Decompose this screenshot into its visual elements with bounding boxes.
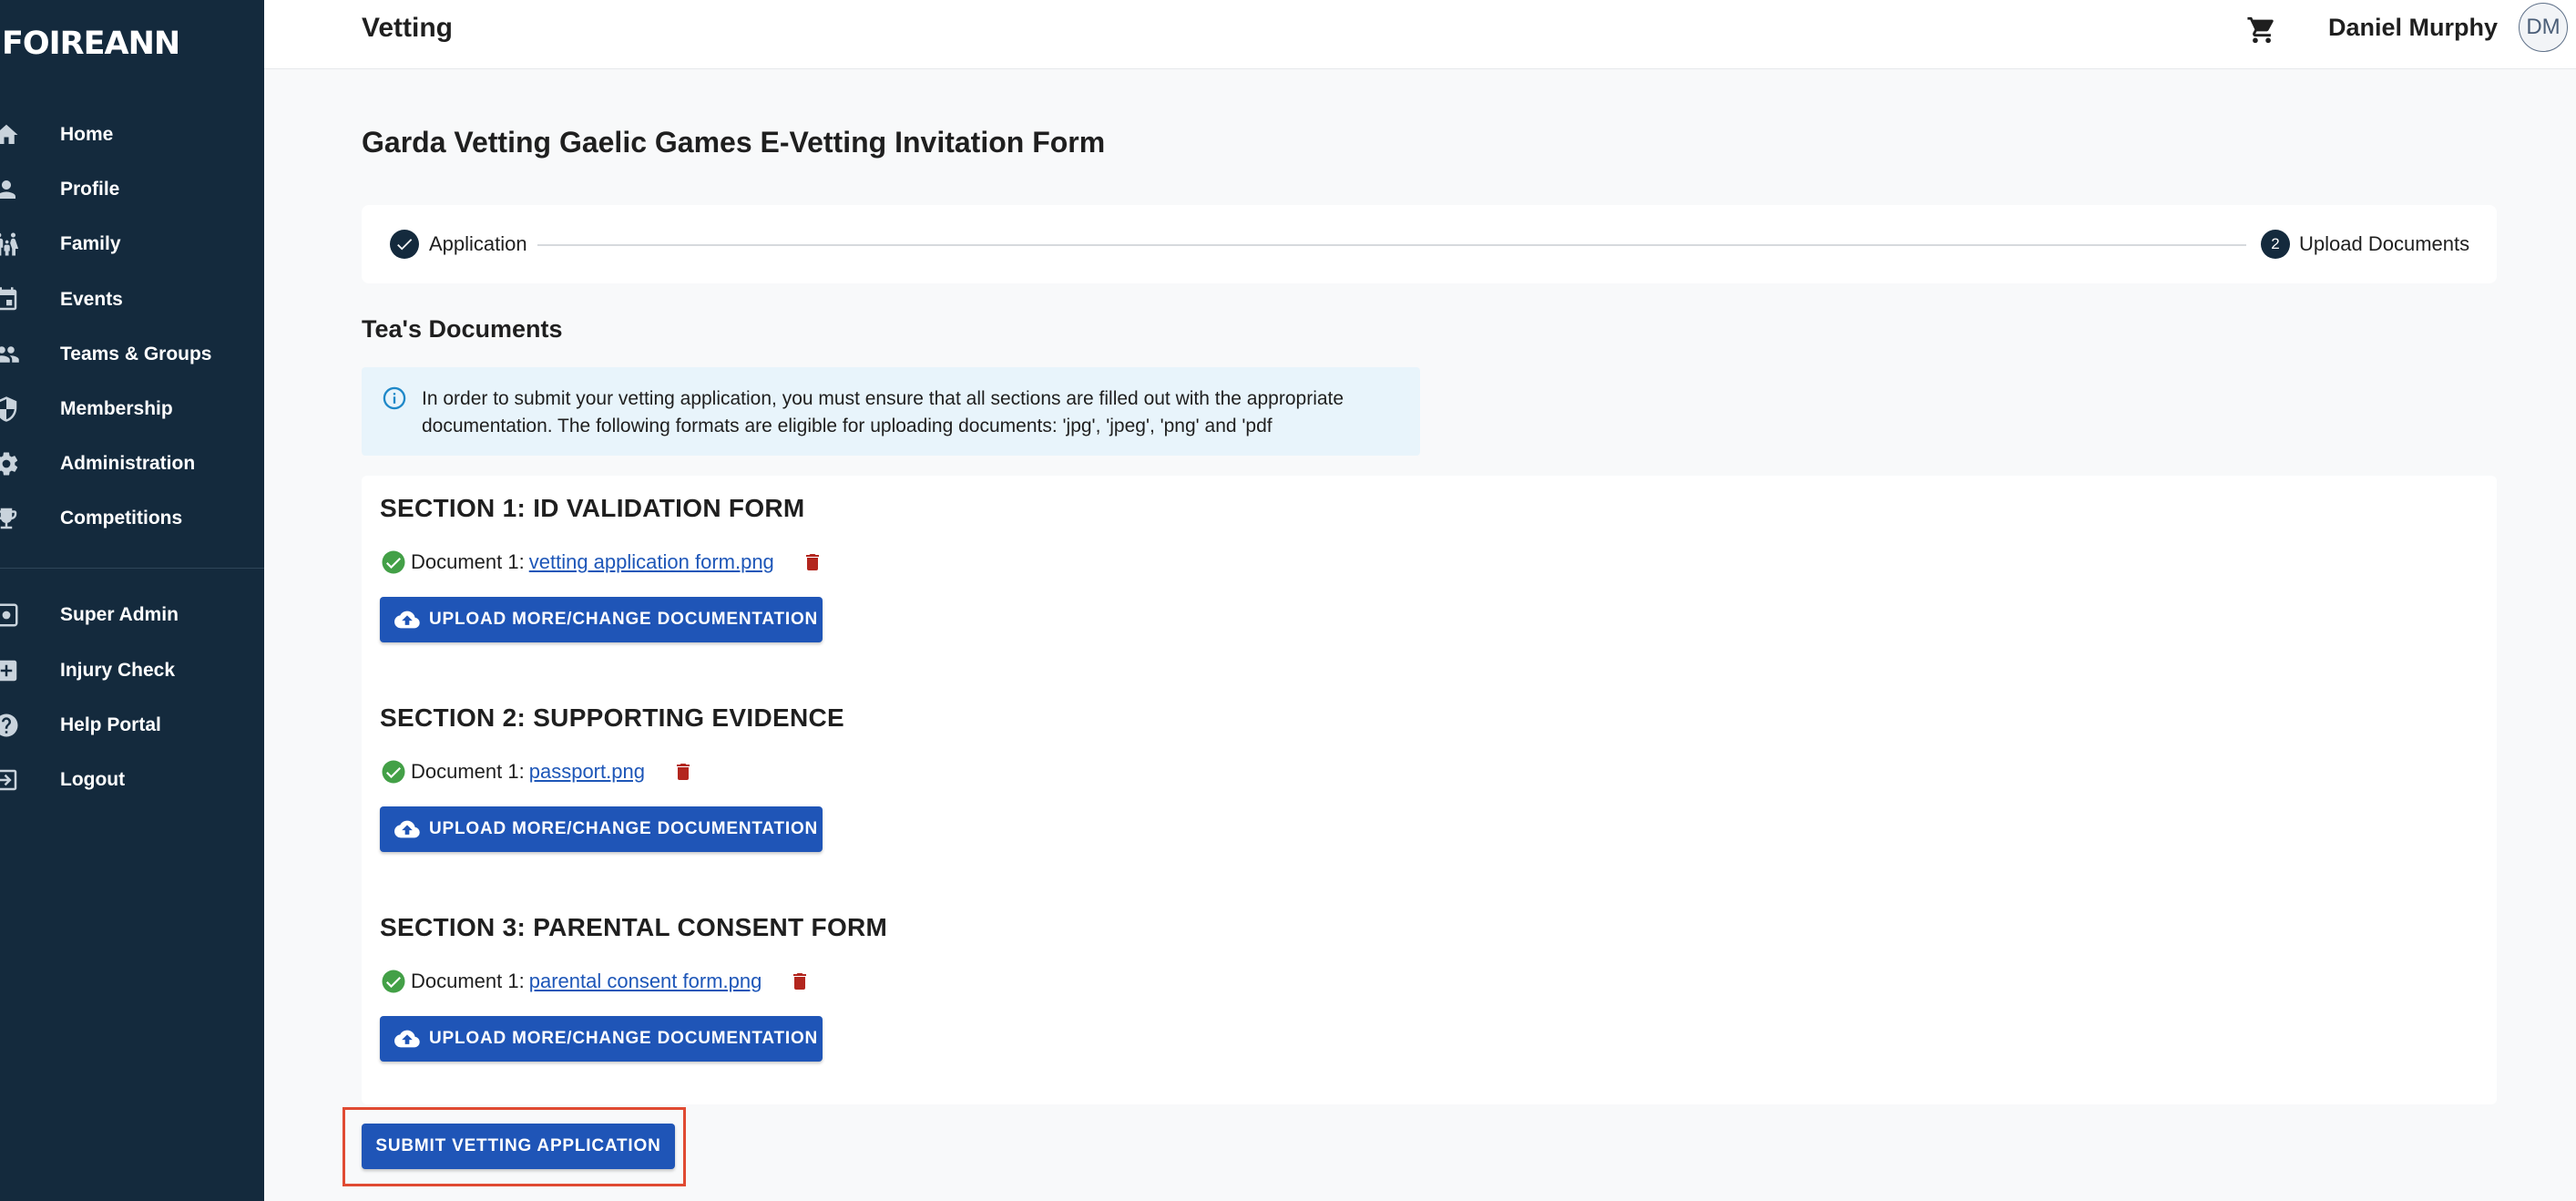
person-icon (0, 180, 15, 199)
sidebar-item-home[interactable]: Home (0, 111, 264, 159)
sidebar-item-label: Help Portal (60, 714, 161, 735)
info-text: In order to submit your vetting applicat… (422, 388, 1344, 436)
document-prefix: Document 1: (411, 970, 525, 992)
section-1-document-row: Document 1: vetting application form.png (380, 549, 823, 576)
step-application-label[interactable]: Application (429, 232, 527, 256)
sidebar-item-logout[interactable]: Logout (0, 756, 264, 804)
sidebar-item-label: Profile (60, 179, 120, 200)
cloud-upload-icon (394, 1030, 420, 1048)
sidebar-item-events[interactable]: Events (0, 276, 264, 323)
sidebar-item-teams-groups[interactable]: Teams & Groups (0, 331, 264, 378)
check-circle-icon (382, 760, 405, 784)
step-connector (537, 244, 2246, 246)
button-label: UPLOAD MORE/CHANGE DOCUMENTATION (429, 819, 819, 838)
family-icon (0, 232, 19, 256)
sidebar-item-administration[interactable]: Administration (0, 440, 264, 488)
document-prefix: Document 1: (411, 760, 525, 783)
help-icon (0, 713, 18, 737)
document-link[interactable]: passport.png (529, 760, 645, 784)
group-icon (0, 346, 19, 363)
submit-vetting-application-button[interactable]: SUBMIT VETTING APPLICATION (362, 1124, 675, 1169)
sidebar-item-label: Competitions (60, 508, 183, 529)
info-alert: In order to submit your vetting applicat… (362, 367, 1420, 456)
admin-gear-icon (0, 603, 18, 627)
sidebar-item-profile[interactable]: Profile (0, 166, 264, 213)
sidebar-item-label: Membership (60, 398, 173, 419)
sidebar-item-family[interactable]: Family (0, 221, 264, 268)
sidebar: FOIREANN Home Profile Family Events Team… (0, 0, 264, 1201)
delete-icon[interactable] (802, 550, 823, 574)
form-title: Garda Vetting Gaelic Games E-Vetting Inv… (362, 126, 1106, 159)
app-logo[interactable]: FOIREANN (2, 26, 180, 62)
calendar-icon (0, 287, 17, 311)
user-name[interactable]: Daniel Murphy (2328, 14, 2498, 42)
medical-plus-icon (0, 660, 17, 682)
page-title: Vetting (362, 13, 454, 43)
home-icon (0, 124, 18, 144)
sidebar-item-label: Injury Check (60, 660, 176, 681)
button-label: UPLOAD MORE/CHANGE DOCUMENTATION (429, 610, 819, 629)
sidebar-item-help-portal[interactable]: Help Portal (0, 702, 264, 749)
cloud-upload-icon (394, 820, 420, 838)
avatar[interactable]: DM (2519, 3, 2568, 52)
sidebar-item-super-admin[interactable]: Super Admin (0, 591, 264, 639)
sidebar-item-label: Family (60, 233, 121, 254)
sidebar-item-label: Super Admin (60, 604, 179, 625)
top-bar: Vetting Daniel Murphy DM (264, 0, 2576, 69)
upload-documentation-button-3[interactable]: UPLOAD MORE/CHANGE DOCUMENTATION (380, 1016, 823, 1062)
upload-documentation-button-1[interactable]: UPLOAD MORE/CHANGE DOCUMENTATION (380, 597, 823, 642)
sidebar-divider (0, 568, 264, 569)
documents-title: Tea's Documents (362, 315, 563, 343)
check-icon (397, 239, 413, 251)
sidebar-item-label: Teams & Groups (60, 344, 212, 364)
section-3-title: SECTION 3: PARENTAL CONSENT FORM (380, 913, 888, 941)
check-circle-icon (382, 550, 405, 574)
delete-icon[interactable] (789, 970, 811, 993)
section-3-document-row: Document 1: parental consent form.png (380, 968, 811, 995)
check-circle-icon (382, 970, 405, 993)
sidebar-item-membership[interactable]: Membership (0, 385, 264, 433)
step-upload-documents-label[interactable]: Upload Documents (2299, 232, 2469, 256)
button-label: UPLOAD MORE/CHANGE DOCUMENTATION (429, 1029, 819, 1048)
logout-icon (0, 769, 17, 791)
delete-icon[interactable] (672, 760, 694, 784)
step-2-indicator: 2 (2261, 230, 2290, 259)
sidebar-item-label: Events (60, 289, 123, 310)
sidebar-item-injury-check[interactable]: Injury Check (0, 647, 264, 694)
trophy-icon (0, 508, 17, 529)
gear-icon (0, 452, 18, 476)
info-icon (383, 386, 406, 410)
stepper: Application 2 Upload Documents (362, 205, 2497, 283)
step-complete-icon (390, 230, 419, 259)
cart-icon[interactable] (2246, 15, 2277, 46)
document-link[interactable]: parental consent form.png (529, 970, 762, 993)
document-link[interactable]: vetting application form.png (529, 550, 774, 574)
section-2-document-row: Document 1: passport.png (380, 758, 694, 785)
sidebar-item-competitions[interactable]: Competitions (0, 495, 264, 542)
cloud-upload-icon (394, 611, 420, 629)
section-2-title: SECTION 2: SUPPORTING EVIDENCE (380, 703, 844, 732)
upload-documentation-button-2[interactable]: UPLOAD MORE/CHANGE DOCUMENTATION (380, 806, 823, 852)
sidebar-item-label: Home (60, 124, 114, 145)
document-prefix: Document 1: (411, 550, 525, 573)
sidebar-item-label: Administration (60, 453, 196, 474)
documents-panel: SECTION 1: ID VALIDATION FORM Document 1… (362, 476, 2497, 1104)
section-1-title: SECTION 1: ID VALIDATION FORM (380, 494, 805, 522)
shield-icon (0, 396, 17, 422)
sidebar-item-label: Logout (60, 769, 126, 790)
